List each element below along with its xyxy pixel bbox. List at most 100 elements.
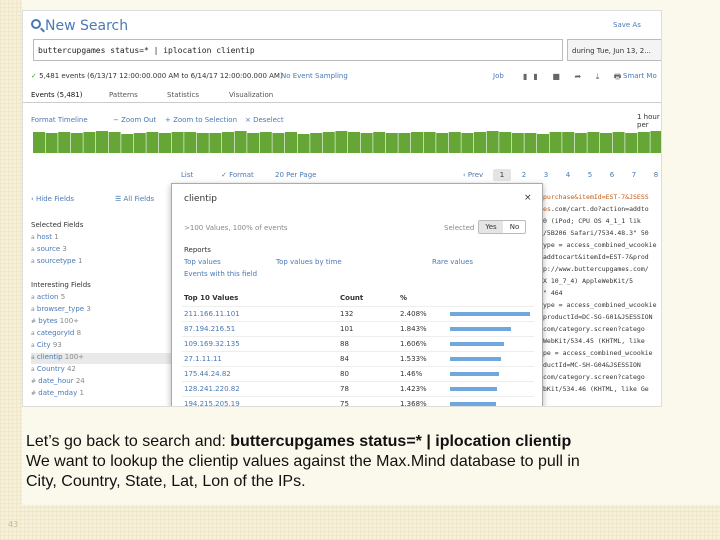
table-row[interactable]: 194.215.205.19 75 1.368% [182, 396, 534, 406]
histogram-bar[interactable] [171, 132, 184, 153]
histogram-bar[interactable] [209, 133, 222, 153]
histogram-bar[interactable] [650, 131, 662, 153]
field-item[interactable]: a Country 42 [31, 365, 173, 376]
field-item[interactable]: a categoryId 8 [31, 329, 173, 340]
histogram-bar[interactable] [423, 132, 436, 153]
table-row[interactable]: 87.194.216.51 101 1.843% [182, 321, 534, 335]
page-1[interactable]: 1 [493, 169, 511, 181]
event-histogram[interactable] [33, 131, 662, 153]
histogram-bar[interactable] [448, 132, 461, 153]
value-link[interactable]: 175.44.24.82 [184, 370, 231, 378]
zoom-out-button[interactable]: − Zoom Out [113, 116, 156, 124]
histogram-bar[interactable] [474, 132, 486, 153]
field-item[interactable]: # date_hour 24 [31, 377, 173, 388]
histogram-bar[interactable] [247, 133, 260, 153]
hide-fields-button[interactable]: ‹ Hide Fields [31, 195, 74, 203]
histogram-bar[interactable] [537, 134, 549, 153]
histogram-bar[interactable] [45, 133, 58, 153]
selected-yes-button[interactable]: Yes [479, 221, 503, 233]
value-link[interactable]: 109.169.32.135 [184, 340, 240, 348]
histogram-bar[interactable] [600, 133, 612, 153]
page-4[interactable]: 4 [559, 169, 577, 181]
histogram-bar[interactable] [335, 131, 348, 153]
histogram-bar[interactable] [58, 132, 71, 153]
histogram-bar[interactable] [373, 132, 386, 153]
value-link[interactable]: 194.215.205.19 [184, 400, 240, 406]
all-fields-button[interactable]: ☰ All Fields [115, 195, 154, 203]
job-menu[interactable]: Job [493, 72, 504, 80]
histogram-bar[interactable] [398, 133, 411, 153]
page-5[interactable]: 5 [581, 169, 599, 181]
histogram-bar[interactable] [96, 131, 108, 153]
per-page-menu[interactable]: 20 Per Page [275, 171, 316, 179]
histogram-bar[interactable] [322, 132, 335, 153]
field-item[interactable]: # bytes 100+ [31, 317, 173, 328]
histogram-bar[interactable] [196, 133, 209, 153]
histogram-bar[interactable] [562, 132, 575, 153]
histogram-bar[interactable] [108, 132, 121, 153]
report-rare-values-link[interactable]: Rare values [432, 258, 473, 266]
table-row[interactable]: 175.44.24.82 80 1.46% [182, 366, 534, 380]
histogram-bar[interactable] [574, 133, 587, 153]
tab-patterns[interactable]: Patterns [109, 91, 138, 99]
histogram-chart[interactable] [33, 131, 662, 153]
page-3[interactable]: 3 [537, 169, 555, 181]
deselect-button[interactable]: × Deselect [245, 116, 284, 124]
table-row[interactable]: 128.241.220.82 78 1.423% [182, 381, 534, 395]
page-6[interactable]: 6 [603, 169, 621, 181]
selected-toggle[interactable]: Yes No [478, 220, 526, 234]
histogram-bar[interactable] [310, 133, 323, 153]
table-row[interactable]: 211.166.11.101 132 2.408% [182, 306, 534, 320]
format-menu[interactable]: ✓ Format [221, 171, 254, 179]
zoom-selection-button[interactable]: + Zoom to Selection [165, 116, 237, 124]
histogram-bar[interactable] [348, 132, 360, 153]
histogram-bar[interactable] [222, 132, 234, 153]
field-item[interactable]: a host 1 [31, 233, 173, 244]
field-item[interactable]: a City 93 [31, 341, 173, 352]
field-item[interactable]: a sourcetype 1 [31, 257, 173, 268]
histogram-bar[interactable] [285, 132, 297, 153]
histogram-bar[interactable] [70, 133, 83, 153]
events-with-field-link[interactable]: Events with this field [184, 270, 257, 278]
tab-statistics[interactable]: Statistics [167, 91, 199, 99]
search-mode-menu[interactable]: Smart Mo [623, 72, 657, 80]
field-item[interactable]: a action 5 [31, 293, 173, 304]
histogram-bar[interactable] [272, 133, 285, 153]
histogram-bar[interactable] [549, 132, 562, 153]
histogram-bar[interactable] [33, 132, 45, 153]
histogram-bar[interactable] [436, 133, 449, 153]
histogram-bar[interactable] [360, 133, 373, 153]
value-link[interactable]: 211.166.11.101 [184, 310, 240, 318]
table-row[interactable]: 27.1.11.11 84 1.533% [182, 351, 534, 365]
job-controls-icons[interactable]: ▮▮ ■ ➦ ⤓ 🖶 [523, 71, 627, 85]
histogram-bar[interactable] [133, 133, 146, 153]
save-as-menu[interactable]: Save As [613, 21, 641, 29]
histogram-bar[interactable] [587, 132, 600, 153]
field-item[interactable]: a source 3 [31, 245, 173, 256]
page-2[interactable]: 2 [515, 169, 533, 181]
histogram-bar[interactable] [83, 132, 96, 153]
histogram-bar[interactable] [486, 131, 499, 153]
report-top-values-by-time-link[interactable]: Top values by time [276, 258, 342, 266]
report-top-values-link[interactable]: Top values [184, 258, 221, 266]
histogram-bar[interactable] [461, 133, 474, 153]
table-row[interactable]: 109.169.32.135 88 1.606% [182, 336, 534, 350]
histogram-bar[interactable] [625, 133, 638, 153]
close-icon[interactable]: × [524, 193, 532, 203]
search-input[interactable]: buttercupgames status=* | iplocation cli… [33, 39, 563, 61]
histogram-bar[interactable] [499, 132, 512, 153]
prev-page-button[interactable]: ‹ Prev [459, 169, 487, 181]
histogram-bar[interactable] [637, 132, 650, 153]
format-timeline-menu[interactable]: Format Timeline [31, 116, 88, 124]
tab-visualization[interactable]: Visualization [229, 91, 273, 99]
histogram-bar[interactable] [411, 132, 423, 153]
histogram-bar[interactable] [297, 134, 310, 153]
tab-events[interactable]: Events (5,481) [31, 91, 82, 99]
event-sampling-menu[interactable]: No Event Sampling [281, 72, 348, 80]
value-link[interactable]: 27.1.11.11 [184, 355, 222, 363]
histogram-bar[interactable] [234, 131, 247, 153]
page-8[interactable]: 8 [647, 169, 661, 181]
value-link[interactable]: 128.241.220.82 [184, 385, 240, 393]
value-link[interactable]: 87.194.216.51 [184, 325, 235, 333]
histogram-bar[interactable] [612, 132, 625, 153]
